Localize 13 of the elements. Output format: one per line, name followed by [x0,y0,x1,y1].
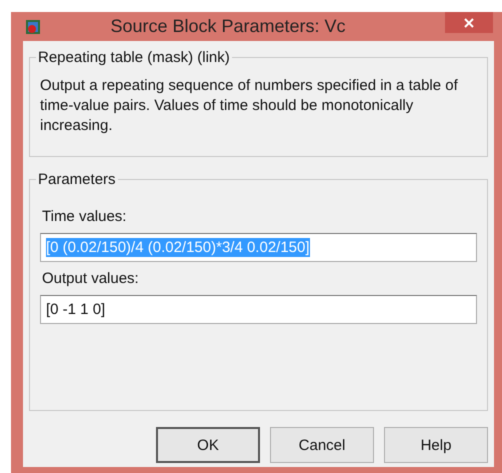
close-button[interactable] [445,12,493,33]
window-title: Source Block Parameters: Vc [109,16,347,37]
dialog-button[interactable]: Cancel [270,427,374,463]
group-title: Parameters [37,171,117,188]
dialog-button[interactable]: OK [156,427,260,463]
group-title: Repeating table (mask) (link) [37,49,231,66]
dialog-button[interactable]: Help [384,427,488,463]
description-text: Output a repeating sequence of numbers specified in a table of time-value pairs. Values of time should be monotonically increasing. [40,76,459,136]
input-field[interactable]: [0 -1 1 0] [40,295,477,324]
field-label: Output values: [42,270,140,287]
block-diagram-icon [25,18,41,34]
field-label: Time values: [42,208,128,225]
close-icon [464,18,474,28]
